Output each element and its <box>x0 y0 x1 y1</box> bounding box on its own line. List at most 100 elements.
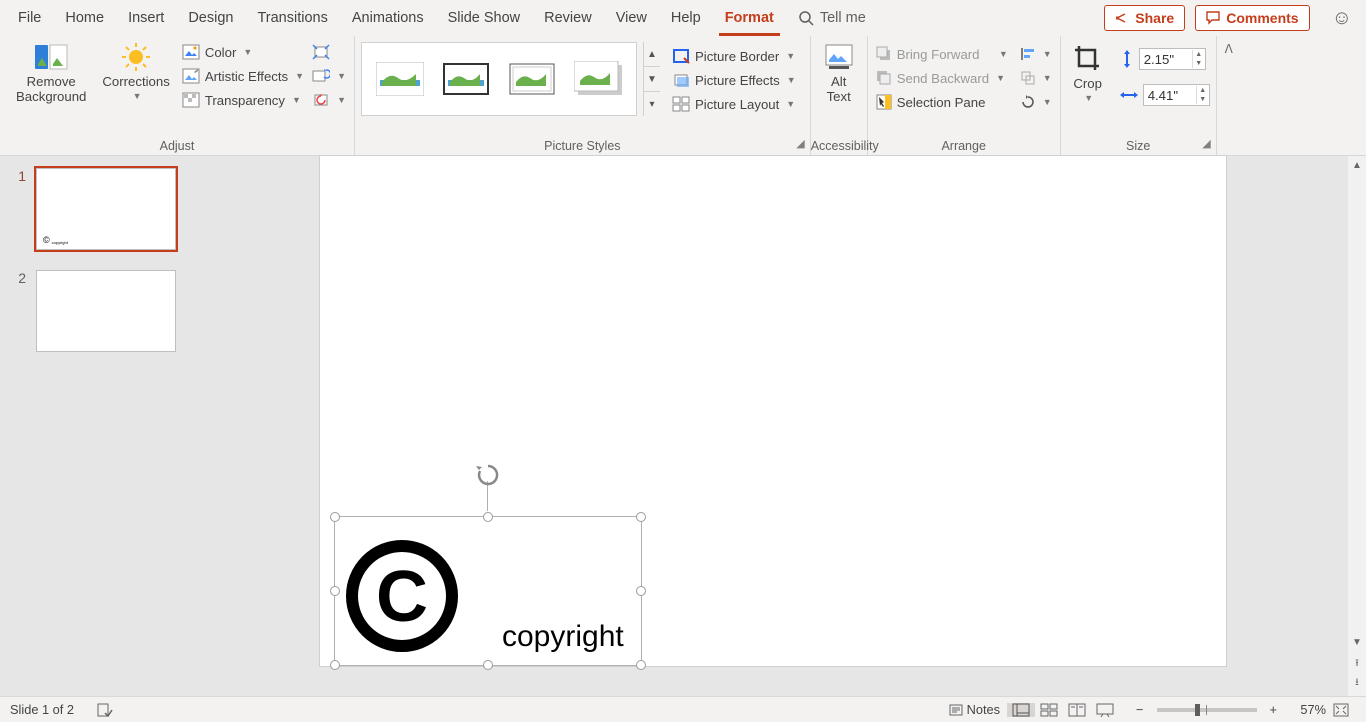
next-slide-button[interactable]: ⭳ <box>1355 675 1359 692</box>
align-button[interactable]: ▼ <box>1018 44 1054 64</box>
tab-transitions[interactable]: Transitions <box>245 0 339 36</box>
crop-button[interactable]: Crop ▼ <box>1067 42 1109 106</box>
handle-tr[interactable] <box>636 512 646 522</box>
rotate-button[interactable]: ▼ <box>1018 92 1054 112</box>
slide-number-2: 2 <box>12 270 26 286</box>
chevron-down-icon: ▼ <box>295 71 304 81</box>
picture-effects-button[interactable]: Picture Effects▼ <box>670 70 798 90</box>
compress-icon <box>312 44 330 60</box>
zoom-slider[interactable] <box>1157 708 1257 712</box>
share-button[interactable]: Share <box>1104 5 1185 31</box>
scroll-down-button[interactable]: ▼ <box>1352 633 1362 652</box>
width-up[interactable]: ▲ <box>1197 86 1209 95</box>
picture-styles-group-label: Picture Styles <box>355 139 810 153</box>
send-backward-button[interactable]: Send Backward▼ <box>874 68 1010 88</box>
spell-check-button[interactable] <box>90 697 120 722</box>
send-backward-label: Send Backward <box>897 71 989 86</box>
slide-canvas[interactable]: C copyright <box>206 156 1348 696</box>
bring-forward-button[interactable]: Bring Forward ▼ <box>874 44 1010 64</box>
picture-border-button[interactable]: Picture Border▼ <box>670 46 798 66</box>
tab-animations[interactable]: Animations <box>340 0 436 36</box>
crop-icon <box>1073 44 1103 74</box>
artistic-effects-button[interactable]: Artistic Effects▼ <box>180 66 306 86</box>
remove-background-button[interactable]: Remove Background <box>10 40 92 138</box>
picture-styles-gallery[interactable] <box>361 42 637 116</box>
reading-view-button[interactable] <box>1063 703 1091 717</box>
size-dialog-launcher[interactable]: ◢ <box>1202 137 1210 150</box>
reset-picture-button[interactable]: ▼ <box>310 90 348 110</box>
selection-box[interactable] <box>334 516 642 666</box>
height-up[interactable]: ▲ <box>1193 50 1205 59</box>
style-thumb-2[interactable] <box>442 62 490 96</box>
zoom-value[interactable]: 57% <box>1284 702 1326 717</box>
zoom-in-button[interactable]: + <box>1263 697 1284 722</box>
picture-layout-label: Picture Layout <box>695 97 779 112</box>
corrections-button[interactable]: Corrections ▼ <box>96 40 175 138</box>
tab-insert[interactable]: Insert <box>116 0 176 36</box>
style-thumb-4[interactable] <box>574 62 622 96</box>
notes-button[interactable]: Notes <box>942 697 1007 722</box>
collapse-ribbon-button[interactable]: ᐱ <box>1217 36 1241 155</box>
comments-button[interactable]: Comments <box>1195 5 1309 31</box>
workspace: 1 © copyright 2 C <box>0 156 1366 696</box>
effects-icon <box>672 72 690 88</box>
handle-bl[interactable] <box>330 660 340 670</box>
selection-pane-button[interactable]: Selection Pane <box>874 92 1010 112</box>
picture-styles-dialog-launcher[interactable]: ◢ <box>796 137 804 150</box>
fit-to-window-button[interactable] <box>1326 697 1356 722</box>
slide-sorter-view-button[interactable] <box>1035 703 1063 717</box>
gallery-scroll: ▲ ▼ ▾ <box>643 42 660 116</box>
change-picture-button[interactable]: ▼ <box>310 66 348 86</box>
mini-copyright-text: copyright <box>52 240 68 245</box>
height-input[interactable] <box>1140 49 1192 69</box>
picture-layout-button[interactable]: Picture Layout ▼ <box>670 94 798 114</box>
handle-br[interactable] <box>636 660 646 670</box>
group-button[interactable]: ▼ <box>1018 68 1054 88</box>
style-thumb-3[interactable] <box>508 62 556 96</box>
chevron-down-icon: ▼ <box>133 91 142 101</box>
handle-bc[interactable] <box>483 660 493 670</box>
chevron-down-icon: ▼ <box>1043 49 1052 59</box>
tab-format[interactable]: Format <box>713 0 786 36</box>
border-icon <box>672 48 690 64</box>
handle-tc[interactable] <box>483 512 493 522</box>
slideshow-view-button[interactable] <box>1091 703 1119 717</box>
tab-review[interactable]: Review <box>532 0 604 36</box>
zoom-out-button[interactable]: − <box>1129 697 1150 722</box>
tell-me-search[interactable]: Tell me <box>786 10 878 26</box>
tab-design[interactable]: Design <box>176 0 245 36</box>
feedback-smile-icon[interactable]: ☺ <box>1332 7 1352 30</box>
rotate-handle[interactable] <box>475 463 501 489</box>
width-input[interactable] <box>1144 85 1196 105</box>
tab-file[interactable]: File <box>6 0 53 36</box>
compress-pictures-button[interactable] <box>310 42 348 62</box>
accessibility-group-label: Accessibility <box>811 139 867 153</box>
slide-thumbnail-2[interactable]: 2 <box>0 270 206 372</box>
width-down[interactable]: ▼ <box>1197 95 1209 104</box>
chevron-down-icon: ▼ <box>337 95 346 105</box>
transparency-button[interactable]: Transparency▼ <box>180 90 306 110</box>
layout-icon <box>672 96 690 112</box>
normal-view-button[interactable] <box>1007 703 1035 717</box>
vertical-scrollbar: ▲ ▼ ⭱ ⭳ <box>1348 156 1366 696</box>
height-down[interactable]: ▼ <box>1193 59 1205 68</box>
slide-thumbnail-1[interactable]: 1 © copyright <box>0 168 206 270</box>
gallery-down-button[interactable]: ▼ <box>644 67 660 92</box>
gallery-more-button[interactable]: ▾ <box>644 92 660 116</box>
tab-view[interactable]: View <box>604 0 659 36</box>
chevron-down-icon: ▼ <box>786 99 795 109</box>
handle-tl[interactable] <box>330 512 340 522</box>
handle-mr[interactable] <box>636 586 646 596</box>
color-button[interactable]: Color▼ <box>180 42 306 62</box>
corrections-icon <box>121 42 151 72</box>
scroll-up-button[interactable]: ▲ <box>1352 156 1362 175</box>
gallery-up-button[interactable]: ▲ <box>644 42 660 67</box>
handle-ml[interactable] <box>330 586 340 596</box>
tab-help[interactable]: Help <box>659 0 713 36</box>
tab-slide-show[interactable]: Slide Show <box>436 0 533 36</box>
style-thumb-1[interactable] <box>376 62 424 96</box>
prev-slide-button[interactable]: ⭱ <box>1355 656 1359 673</box>
alt-text-button[interactable]: Alt Text <box>817 40 861 138</box>
tab-home[interactable]: Home <box>53 0 116 36</box>
chevron-down-icon: ▼ <box>1043 73 1052 83</box>
